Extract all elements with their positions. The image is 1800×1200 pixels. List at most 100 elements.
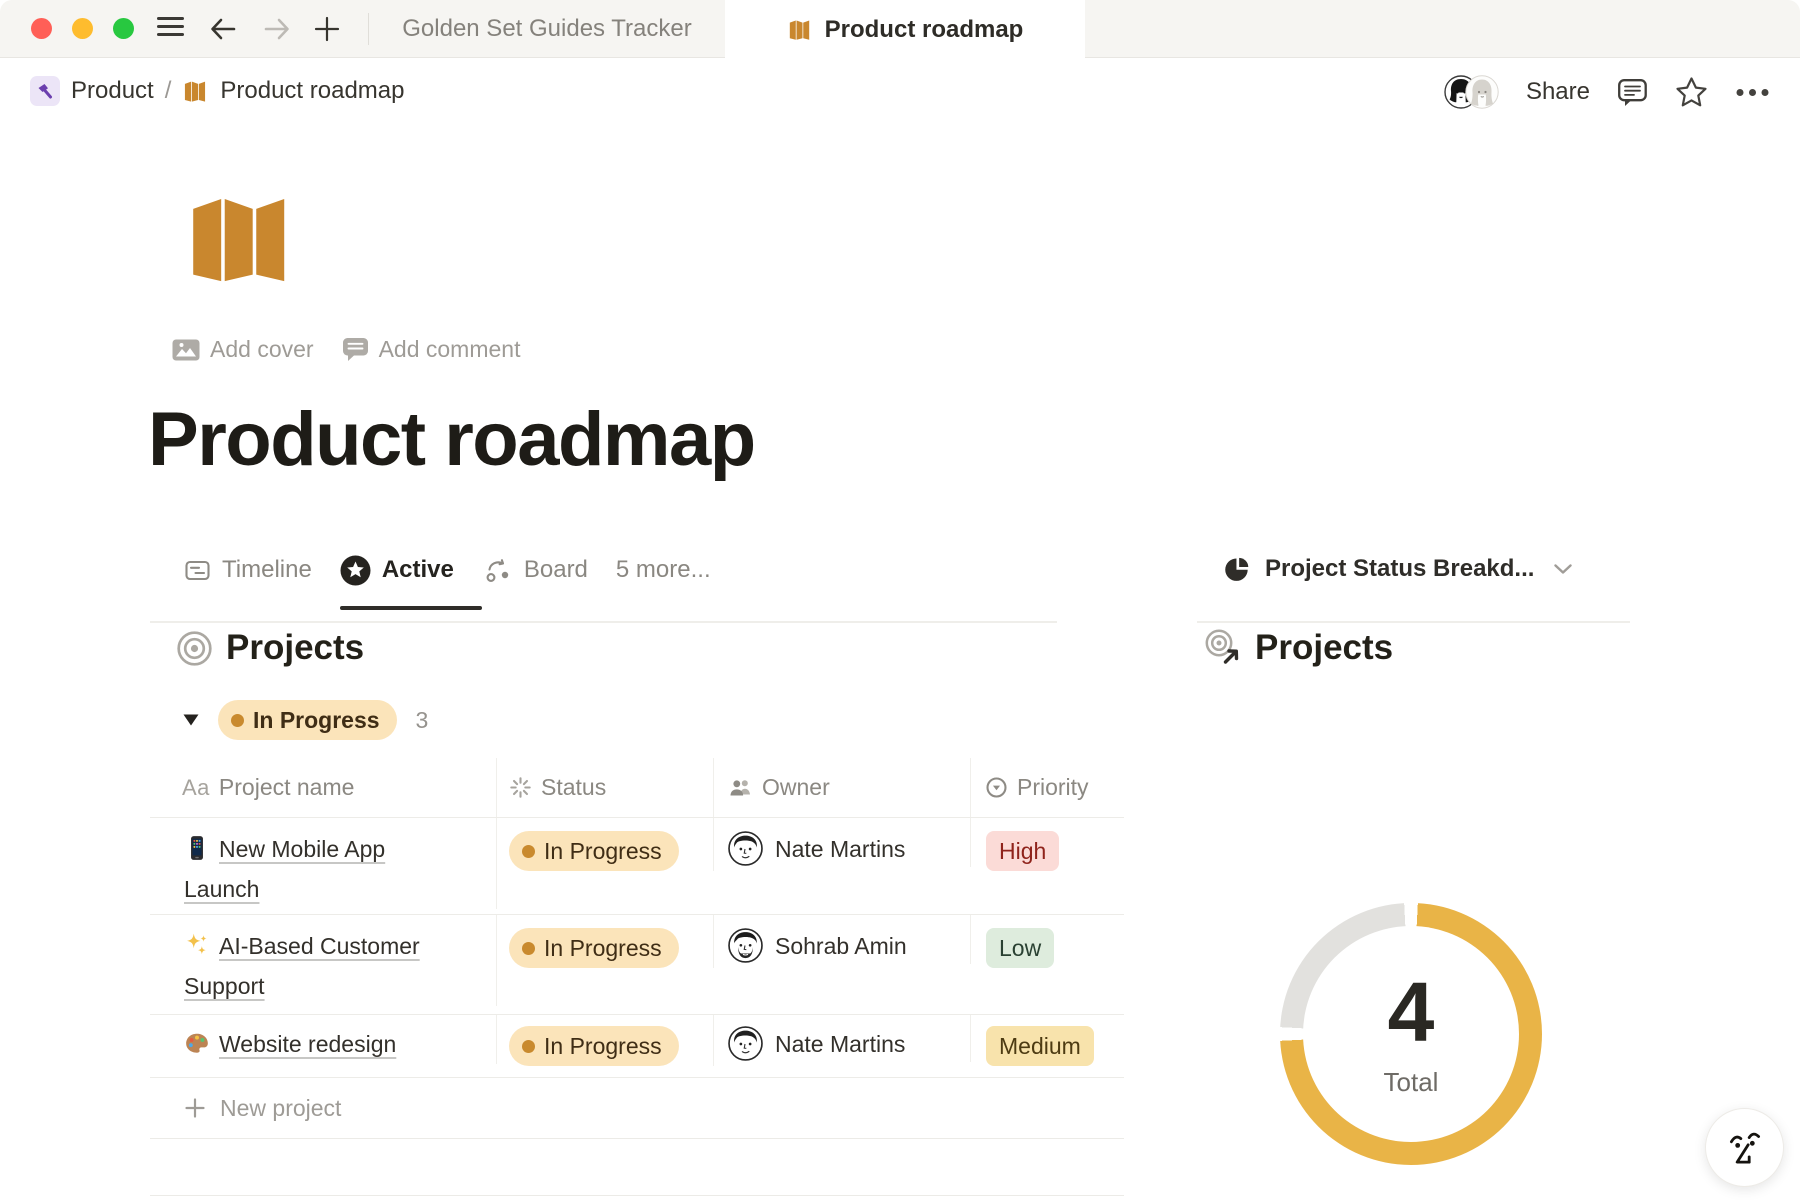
view-tab-label: Board [524,556,588,584]
minimize-window-button[interactable] [72,18,93,39]
status-dot [522,942,535,955]
palette-emoji [184,1028,210,1054]
divider [1197,621,1630,623]
projects-table: Aa Project name Status Owner Priority Ne… [150,758,1124,1196]
back-arrow-icon[interactable] [208,15,238,43]
star-circle-icon [340,555,371,586]
owner-cell[interactable]: Nate Martins [714,818,971,867]
group-status-badge[interactable]: In Progress [218,700,397,740]
plus-icon [184,1097,206,1119]
priority-badge[interactable]: Medium [986,1026,1094,1066]
map-icon [787,17,813,43]
collapse-triangle-icon[interactable] [183,714,199,726]
view-tab-more[interactable]: 5 more... [616,556,711,584]
column-label: Priority [1017,774,1089,801]
window-topbar: Golden Set Guides Tracker Product roadma… [0,0,1800,58]
view-tab-label: Active [382,556,454,584]
column-header-status[interactable]: Status [497,758,714,817]
zoom-window-button[interactable] [113,18,134,39]
avatar [1465,75,1499,109]
favorite-star-icon[interactable] [1675,76,1708,108]
header-actions: Share [1444,72,1770,112]
chevron-down-icon [1554,564,1572,575]
more-options-icon[interactable] [1735,88,1770,97]
project-name-link[interactable]: Website redesign [219,1031,396,1057]
browser-tab-inactive[interactable]: Golden Set Guides Tracker [369,0,725,58]
project-name-link[interactable]: New Mobile App Launch [184,836,385,902]
group-row-in-progress: In Progress 3 [183,700,428,740]
status-badge[interactable]: In Progress [509,928,679,968]
owner-name: Nate Martins [775,1026,905,1062]
donut-center: 4 Total [1280,903,1542,1165]
status-dot [522,1040,535,1053]
avatar [728,831,763,866]
teamspace-icon[interactable] [30,76,60,106]
view-tabs: Timeline Active Board 5 more... [184,548,711,592]
page-title[interactable]: Product roadmap [148,396,755,483]
view-tab-label: 5 more... [616,556,711,584]
view-tab-timeline[interactable]: Timeline [184,556,312,584]
owner-cell[interactable]: Nate Martins [714,1015,971,1062]
section-title[interactable]: Projects [226,628,364,668]
breadcrumb: Product / Product roadmap [30,76,405,106]
sidebar-toggle-icon[interactable] [156,15,185,38]
column-header-priority[interactable]: Priority [971,758,1124,817]
view-tab-active[interactable]: Active [340,555,454,586]
project-name-link[interactable]: AI-Based Customer Support [184,933,420,999]
add-comment-button[interactable]: Add comment [342,336,521,363]
browser-tab-active[interactable]: Product roadmap [725,0,1085,59]
pie-chart-icon [1224,556,1251,583]
column-label: Project name [219,774,355,801]
table-row: New Mobile App Launch In Progress Nate M… [150,818,1124,915]
divider [150,621,1057,623]
table-row: Website redesign In Progress Nate Martin… [150,1015,1124,1078]
mobile-phone-emoji [184,833,210,859]
new-tab-icon[interactable] [314,16,340,42]
close-window-button[interactable] [31,18,52,39]
breadcrumb-separator: / [165,77,172,105]
status-label: In Progress [544,935,662,962]
add-cover-button[interactable]: Add cover [172,336,314,363]
ai-face-icon [1722,1125,1768,1171]
column-header-name[interactable]: Aa Project name [150,758,497,817]
priority-icon [985,776,1008,799]
new-project-label: New project [220,1095,341,1122]
status-badge[interactable]: In Progress [509,1026,679,1066]
view-tab-board[interactable]: Board [482,555,588,586]
tab-label: Product roadmap [825,16,1024,44]
target-icon [176,630,213,667]
projects-heading-right: Projects [1203,628,1393,668]
avatar [728,1026,763,1061]
page-icon-map[interactable] [180,194,302,288]
status-badge[interactable]: In Progress [509,831,679,871]
active-tab-underline [340,606,482,610]
new-project-button[interactable]: New project [150,1078,1124,1139]
status-label: In Progress [544,838,662,865]
breadcrumb-item-page[interactable]: Product roadmap [220,77,404,105]
board-icon [482,555,513,586]
priority-badge[interactable]: High [986,831,1059,871]
comments-icon[interactable] [1617,77,1648,107]
empty-row [150,1139,1124,1196]
column-header-owner[interactable]: Owner [714,758,971,817]
priority-badge[interactable]: Low [986,928,1054,968]
share-button[interactable]: Share [1526,78,1590,106]
people-icon [728,777,753,799]
owner-cell[interactable]: Sohrab Amin [714,915,971,964]
avatar [728,928,763,963]
forward-arrow-icon[interactable] [262,15,292,43]
total-value: 4 [1388,970,1435,1054]
add-cover-label: Add cover [210,336,314,363]
section-title[interactable]: Projects [1255,628,1393,668]
viewer-avatars[interactable] [1444,75,1499,109]
notion-window: Golden Set Guides Tracker Product roadma… [0,0,1800,1200]
status-spinner-icon [509,776,532,799]
breadcrumb-item-product[interactable]: Product [71,77,154,105]
right-view-selector[interactable]: Project Status Breakd... [1224,548,1572,590]
view-tab-label: Timeline [222,556,312,584]
column-label: Status [541,774,606,801]
status-dot [522,845,535,858]
notion-ai-button[interactable] [1705,1108,1784,1187]
status-label: In Progress [544,1033,662,1060]
owner-name: Nate Martins [775,831,905,867]
